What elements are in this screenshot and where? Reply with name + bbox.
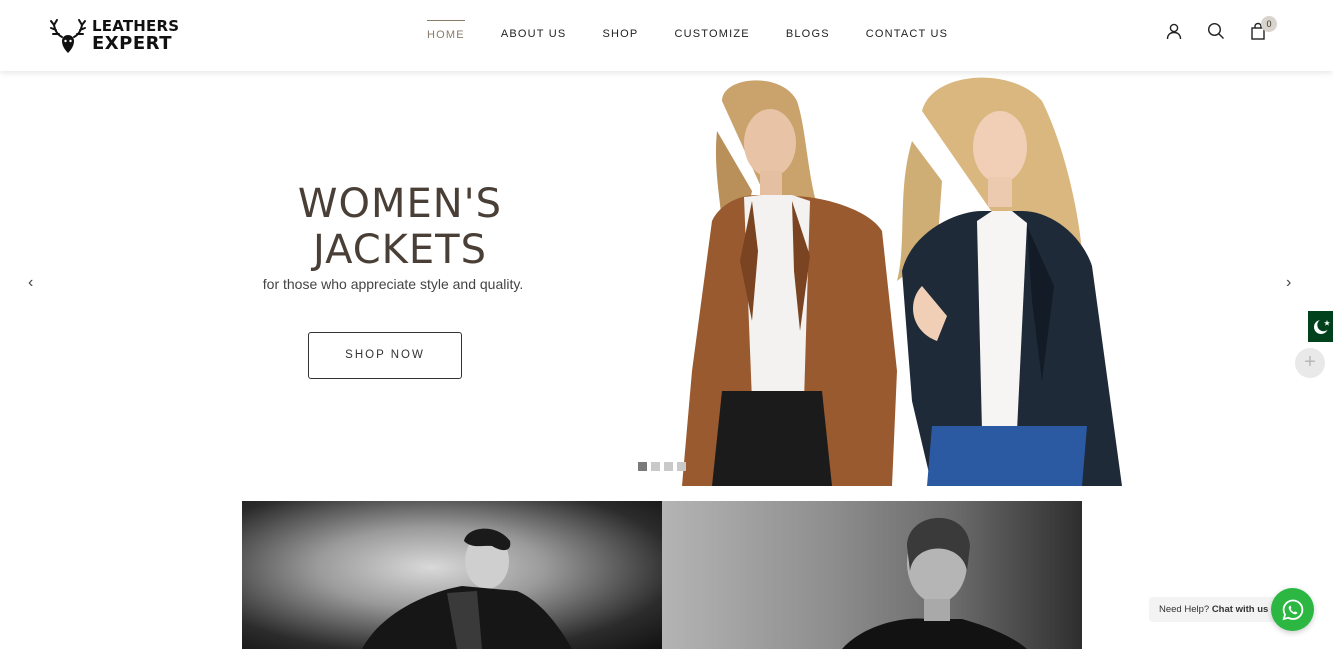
chat-prompt[interactable]: Need Help? Chat with us xyxy=(1149,597,1279,622)
men-category-banner[interactable] xyxy=(242,501,662,649)
hero-title: WOMEN'S JACKETS xyxy=(260,181,540,273)
brand-logo[interactable]: LEATHERS EXPERT xyxy=(48,14,188,56)
slider-dot-4[interactable] xyxy=(677,462,686,471)
search-icon[interactable] xyxy=(1207,22,1225,40)
slider-dot-1[interactable] xyxy=(638,462,647,471)
slider-dot-2[interactable] xyxy=(651,462,660,471)
chat-prompt-action: Chat with us xyxy=(1211,604,1269,615)
pakistan-flag-icon[interactable] xyxy=(1302,311,1333,342)
bag-icon[interactable]: 0 xyxy=(1249,16,1277,40)
nav-contact-us[interactable]: CONTACT US xyxy=(866,20,949,50)
hero-title-line1: WOMEN'S xyxy=(297,181,503,227)
men-model-image xyxy=(362,528,572,649)
women-category-banner[interactable] xyxy=(662,501,1082,649)
nav-blogs[interactable]: BLOGS xyxy=(786,20,830,50)
site-header: LEATHERS EXPERT HOME ABOUT US SHOP CUSTO… xyxy=(0,0,1333,71)
nav-about-us[interactable]: ABOUT US xyxy=(501,20,567,50)
hero-models-image xyxy=(682,77,1122,486)
expand-plus-button[interactable]: + xyxy=(1295,348,1325,378)
whatsapp-icon xyxy=(1282,599,1303,620)
nav-customize[interactable]: CUSTOMIZE xyxy=(674,20,749,50)
main-nav: HOME ABOUT US SHOP CUSTOMIZE BLOGS CONTA… xyxy=(427,20,948,50)
deer-antler-icon xyxy=(50,19,86,53)
user-icon[interactable] xyxy=(1165,22,1183,40)
slider-prev-arrow[interactable]: ‹ xyxy=(28,275,40,291)
slider-pagination xyxy=(638,462,686,471)
cart-count-badge: 0 xyxy=(1261,16,1277,32)
whatsapp-chat-button[interactable] xyxy=(1271,588,1314,631)
shop-now-button[interactable]: SHOP NOW xyxy=(308,332,462,379)
brand-line2: EXPERT xyxy=(92,33,172,54)
hero-title-line2: JACKETS xyxy=(312,227,487,273)
hero-subtitle: for those who appreciate style and quali… xyxy=(262,276,524,292)
slider-next-arrow[interactable]: › xyxy=(1286,275,1298,291)
nav-shop[interactable]: SHOP xyxy=(602,20,638,50)
nav-home[interactable]: HOME xyxy=(427,20,465,50)
header-actions: 0 xyxy=(1165,16,1277,40)
women-model-image xyxy=(842,517,1027,649)
brand-wordmark: LEATHERS EXPERT xyxy=(92,18,179,54)
chat-prompt-prefix: Need Help? xyxy=(1159,604,1210,615)
hero-slider: ‹ WOMEN'S JACKETS for those who apprecia… xyxy=(0,71,1333,486)
slider-dot-3[interactable] xyxy=(664,462,673,471)
